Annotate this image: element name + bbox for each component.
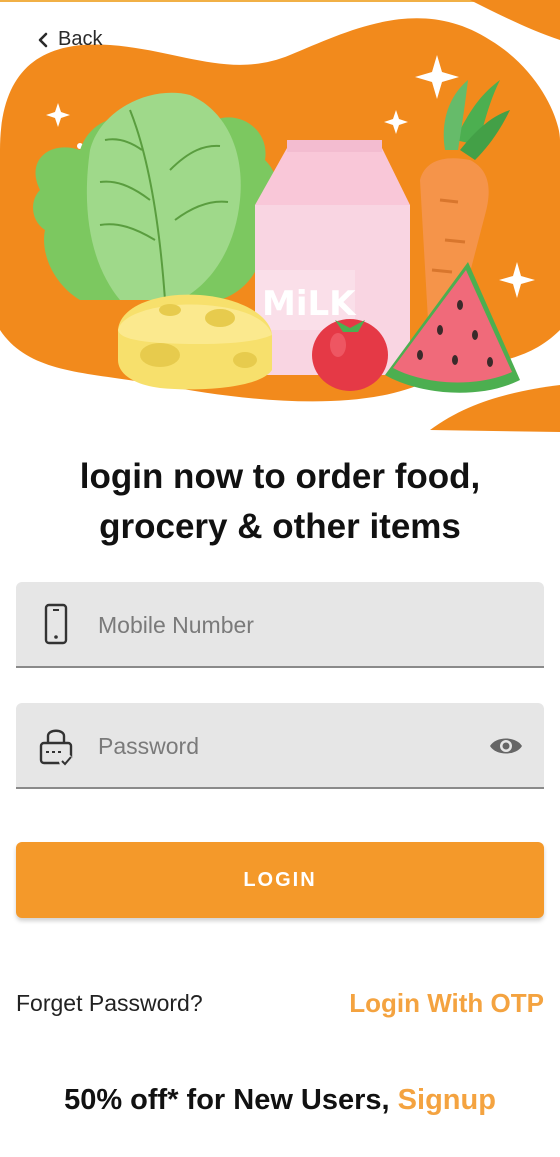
- promo-text: 50% off* for New Users,: [64, 1084, 398, 1116]
- cheese-illustration: [118, 294, 272, 390]
- back-button[interactable]: Back: [34, 28, 102, 51]
- eye-icon[interactable]: [488, 731, 524, 761]
- back-label: Back: [58, 28, 103, 50]
- mobile-number-input[interactable]: [96, 600, 480, 650]
- title-line-1: login now to order food,: [79, 457, 481, 496]
- password-field[interactable]: [16, 703, 544, 789]
- promo-banner: 50% off* for New Users, Signup: [0, 1084, 560, 1117]
- lock-icon: [39, 729, 73, 768]
- page-title: login now to order food, grocery & other…: [20, 452, 540, 552]
- back-arrow-icon: [38, 32, 48, 47]
- login-with-otp-link[interactable]: Login With OTP: [349, 988, 544, 1019]
- tomato-illustration: [312, 319, 388, 391]
- signup-link[interactable]: Signup: [398, 1084, 496, 1116]
- phone-icon: [44, 603, 68, 645]
- password-input[interactable]: [96, 721, 480, 771]
- forget-password-link[interactable]: Forget Password?: [16, 990, 203, 1017]
- hero-illustration: MiLK: [0, 0, 560, 432]
- mobile-number-field[interactable]: [16, 582, 544, 668]
- hero-corner-blob-top: [470, 0, 560, 40]
- milk-label: MiLK: [262, 284, 357, 324]
- title-line-2: grocery & other items: [99, 507, 461, 546]
- login-screen: MiLK Back login now to order food, groce…: [0, 0, 560, 1157]
- login-button[interactable]: LOGIN: [16, 842, 544, 918]
